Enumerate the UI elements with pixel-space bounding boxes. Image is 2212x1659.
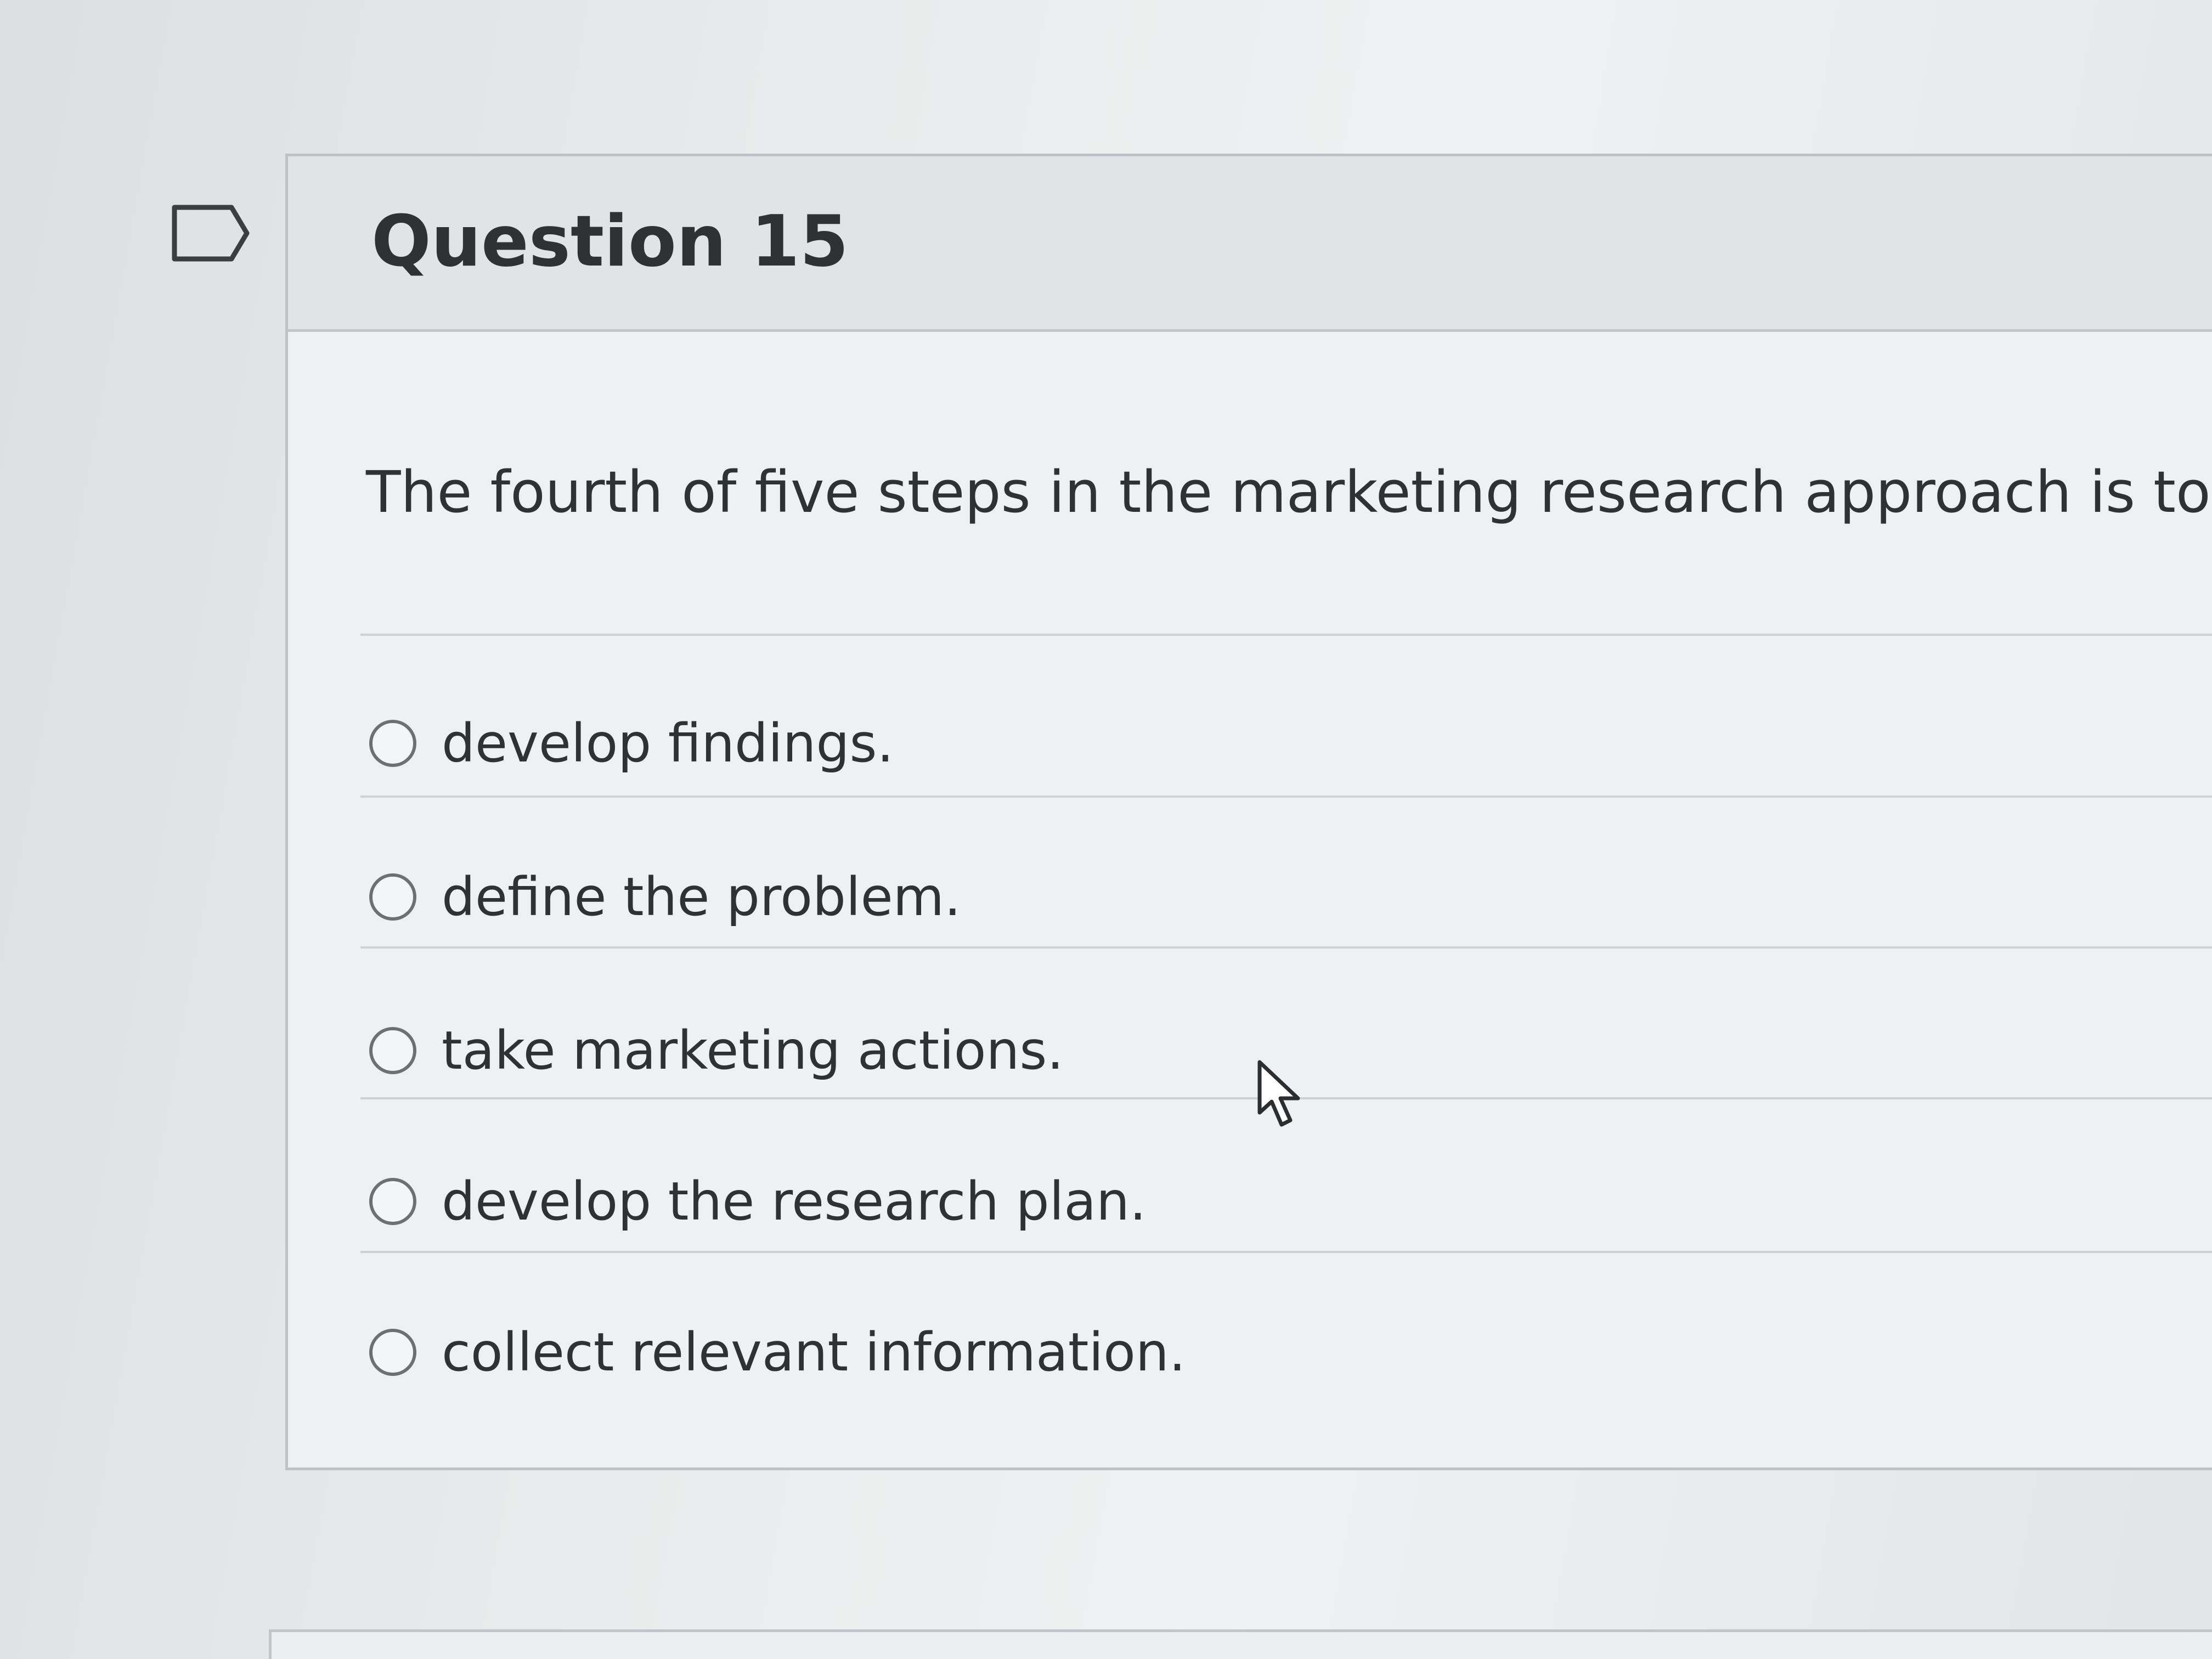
radio-button[interactable] bbox=[369, 1329, 416, 1376]
question-title: Question 15 bbox=[371, 201, 849, 283]
flag-question-icon[interactable] bbox=[170, 203, 252, 263]
answer-label: develop the research plan. bbox=[442, 1171, 1147, 1232]
page: Question 15 The fourth of five steps in … bbox=[0, 0, 2212, 1659]
answer-option-5[interactable]: collect relevant information. bbox=[369, 1319, 1186, 1385]
answer-label: develop findings. bbox=[442, 713, 894, 774]
radio-button[interactable] bbox=[369, 720, 416, 767]
answer-option-1[interactable]: develop findings. bbox=[369, 710, 894, 776]
answer-label: define the problem. bbox=[442, 866, 961, 928]
mouse-pointer-icon bbox=[1257, 1060, 1300, 1127]
next-question-card bbox=[269, 1629, 2212, 1659]
question-prompt: The fourth of five steps in the marketin… bbox=[366, 459, 2211, 526]
answer-option-3[interactable]: take marketing actions. bbox=[369, 1018, 1064, 1084]
answer-option-2[interactable]: define the problem. bbox=[369, 864, 961, 930]
radio-button[interactable] bbox=[369, 873, 416, 921]
divider bbox=[360, 634, 2212, 636]
answer-label: collect relevant information. bbox=[442, 1322, 1186, 1383]
radio-button[interactable] bbox=[369, 1178, 416, 1225]
divider bbox=[360, 795, 2212, 798]
radio-button[interactable] bbox=[369, 1027, 416, 1074]
answer-label: take marketing actions. bbox=[442, 1020, 1064, 1081]
question-card: Question 15 The fourth of five steps in … bbox=[285, 154, 2212, 1470]
answer-option-4[interactable]: develop the research plan. bbox=[369, 1169, 1146, 1234]
question-header: Question 15 bbox=[288, 156, 2212, 332]
divider bbox=[360, 946, 2212, 949]
divider bbox=[360, 1251, 2212, 1253]
